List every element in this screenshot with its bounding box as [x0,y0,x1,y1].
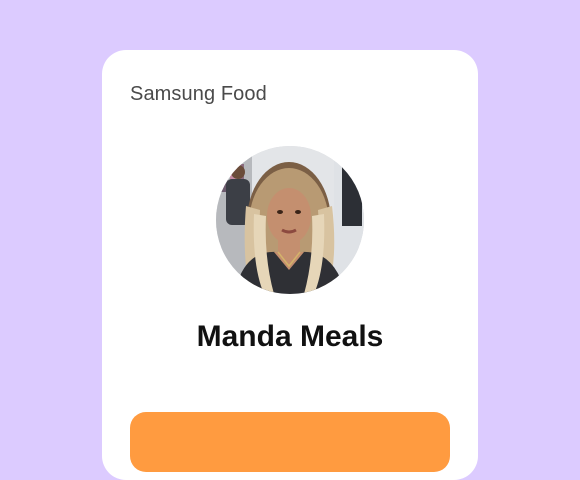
brand-name: Samsung Food [130,83,267,105]
avatar [216,146,364,294]
profile-card: Samsung Food Manda Meals [102,50,478,480]
profile-name: Manda Meals [196,320,384,353]
primary-action-button[interactable] [130,412,450,472]
avatar-photo [216,146,364,294]
